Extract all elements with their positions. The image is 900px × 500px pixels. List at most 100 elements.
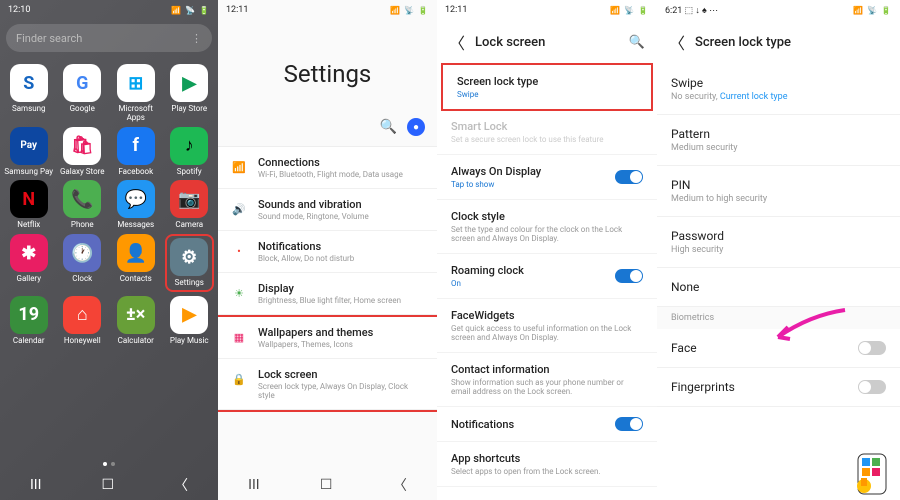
app-grid: SSamsungGGoogle⊞Microsoft Apps▶Play Stor… — [0, 56, 218, 354]
toggle[interactable] — [615, 170, 643, 184]
page-dots — [0, 462, 218, 466]
lock-item-clock-style[interactable]: Clock styleSet the type and colour for t… — [437, 200, 657, 254]
app-facebook[interactable]: fFacebook — [111, 127, 161, 177]
dot[interactable] — [103, 462, 107, 466]
app-calendar[interactable]: 19Calendar — [4, 296, 54, 346]
lock-item-roaming-clock[interactable]: Roaming clockOn — [437, 254, 657, 299]
item-title: Face — [671, 341, 697, 355]
recents-button[interactable]: III — [30, 477, 41, 493]
finder-search[interactable]: Finder search ⋮ — [6, 24, 212, 52]
lock-screen-panel: 12:11 📶 📡 🔋 〈 Lock screen 🔍 Screen lock … — [437, 0, 657, 500]
toggle[interactable] — [858, 341, 886, 355]
back-icon[interactable]: 〈 — [669, 30, 685, 54]
status-icons: 📶 📡 🔋 — [610, 6, 649, 15]
lock-item-notifications[interactable]: Notifications — [437, 407, 657, 442]
lock-item-contact-information[interactable]: Contact information Show information such… — [437, 353, 657, 407]
dot[interactable] — [111, 462, 115, 466]
home-button[interactable]: ☐ — [320, 477, 333, 493]
back-button[interactable]: 〈 — [393, 475, 407, 495]
app-label: Camera — [175, 221, 203, 230]
app-galaxy-store[interactable]: 🛍Galaxy Store — [58, 127, 108, 177]
settings-panel: 12:11 📶 📡 🔋 Settings 🔍 ● 📶ConnectionsWi-… — [218, 0, 437, 500]
app-label: Honeywell — [64, 337, 101, 346]
item-title: Clock style — [451, 210, 643, 223]
settings-item-connections[interactable]: 📶ConnectionsWi-Fi, Bluetooth, Flight mod… — [218, 147, 437, 189]
app-play-music[interactable]: ▶Play Music — [165, 296, 215, 346]
lock-item-app-shortcuts[interactable]: App shortcutsSelect apps to open from th… — [437, 442, 657, 487]
item-title: PIN — [671, 178, 886, 192]
item-sub: Show information such as your phone numb… — [451, 378, 643, 396]
app-spotify[interactable]: ♪Spotify — [165, 127, 215, 177]
app-camera[interactable]: 📷 Camera — [165, 180, 215, 230]
app-calculator[interactable]: ±×Calculator — [111, 296, 161, 346]
app-settings[interactable]: ⚙Settings — [169, 238, 211, 288]
app-icon: ⌂ — [63, 296, 101, 334]
app-label: Clock — [72, 275, 92, 284]
lock-type-pin[interactable]: PINMedium to high security — [657, 166, 900, 217]
app-google[interactable]: GGoogle — [58, 64, 108, 114]
biometric-fingerprints[interactable]: Fingerprints — [657, 368, 900, 407]
settings-actions: 🔍 ● — [218, 118, 437, 146]
app-label: Calendar — [13, 337, 45, 346]
item-title: Contact information — [451, 363, 643, 376]
nav-bar: III ☐ 〈 — [218, 470, 437, 500]
status-bar: 12:11 📶 📡 🔋 — [437, 0, 657, 20]
app-microsoft-apps[interactable]: ⊞Microsoft Apps — [111, 64, 161, 123]
avatar[interactable]: ● — [407, 118, 425, 136]
item-title: Password — [671, 229, 886, 243]
lock-type-pattern[interactable]: PatternMedium security — [657, 115, 900, 166]
header: 〈 Lock screen 🔍 — [437, 20, 657, 64]
search-icon[interactable]: 🔍 — [629, 35, 645, 50]
app-icon: Pay — [10, 127, 48, 165]
app-icon: ⚙ — [170, 238, 208, 276]
recents-button[interactable]: III — [248, 477, 259, 493]
item-sub: No security, Current lock type — [671, 92, 886, 102]
app-play-store[interactable]: ▶Play Store — [165, 64, 215, 114]
toggle[interactable] — [615, 269, 643, 283]
biometric-face[interactable]: Face — [657, 329, 900, 368]
item-sub: Block, Allow, Do not disturb — [258, 254, 425, 263]
app-contacts[interactable]: 👤Contacts — [111, 234, 161, 284]
back-icon[interactable]: 〈 — [449, 30, 465, 54]
settings-item-notifications[interactable]: •NotificationsBlock, Allow, Do not distu… — [218, 231, 437, 273]
lock-item-smart-lock: Smart LockSet a secure screen lock to us… — [437, 110, 657, 155]
settings-item-display[interactable]: ☀DisplayBrightness, Blue light filter, H… — [218, 273, 437, 315]
screen-lock-type-panel: 6:21 ⬚ ↓ ♠ ⋯ 📶 📡 🔋 〈 Screen lock type Sw… — [657, 0, 900, 500]
settings-item-lock-screen[interactable]: 🔒Lock screenScreen lock type, Always On … — [218, 359, 437, 410]
app-honeywell[interactable]: ⌂ Honeywell — [58, 296, 108, 346]
lock-item-facewidgets[interactable]: FaceWidgetsGet quick access to useful in… — [437, 299, 657, 353]
settings-item-sounds-and-vibration[interactable]: 🔊Sounds and vibrationSound mode, Rington… — [218, 189, 437, 231]
app-label: Microsoft Apps — [111, 105, 161, 123]
home-button[interactable]: ☐ — [101, 477, 114, 493]
app-messages[interactable]: 💬Messages — [111, 180, 161, 230]
status-bar: 12:10 📶 📡 🔋 — [0, 0, 218, 20]
lock-type-password[interactable]: PasswordHigh security — [657, 217, 900, 268]
lock-type-none[interactable]: None — [657, 268, 900, 307]
app-clock[interactable]: 🕐Clock — [58, 234, 108, 284]
search-placeholder: Finder search — [16, 32, 82, 45]
app-icon: 📷 — [170, 180, 208, 218]
more-icon[interactable]: ⋮ — [191, 32, 202, 45]
biometrics-label: Biometrics — [657, 307, 900, 329]
item-title: Connections — [258, 156, 425, 169]
lock-type-swipe[interactable]: SwipeNo security, Current lock type — [657, 64, 900, 115]
header-title: Screen lock type — [695, 35, 888, 50]
item-sub: Swipe — [457, 90, 538, 99]
toggle[interactable] — [858, 380, 886, 394]
back-button[interactable]: 〈 — [174, 475, 188, 495]
app-netflix[interactable]: NNetflix — [4, 180, 54, 230]
settings-item-wallpapers-and-themes[interactable]: ▦Wallpapers and themesWallpapers, Themes… — [218, 317, 437, 359]
app-samsung[interactable]: SSamsung — [4, 64, 54, 114]
item-title: Always On Display — [451, 165, 541, 178]
lock-item-screen-lock-type[interactable]: Screen lock typeSwipe — [441, 63, 653, 111]
search-icon[interactable]: 🔍 — [380, 119, 397, 135]
app-phone[interactable]: 📞Phone — [58, 180, 108, 230]
app-gallery[interactable]: ✱Gallery — [4, 234, 54, 284]
page-title: Settings — [218, 60, 437, 88]
app-label: Play Music — [170, 337, 209, 346]
settings-icon: 🔊 — [230, 200, 248, 218]
app-label: Galaxy Store — [60, 168, 105, 177]
app-samsung-pay[interactable]: PaySamsung Pay — [4, 127, 54, 177]
lock-item-always-on-display[interactable]: Always On DisplayTap to show — [437, 155, 657, 200]
toggle[interactable] — [615, 417, 643, 431]
